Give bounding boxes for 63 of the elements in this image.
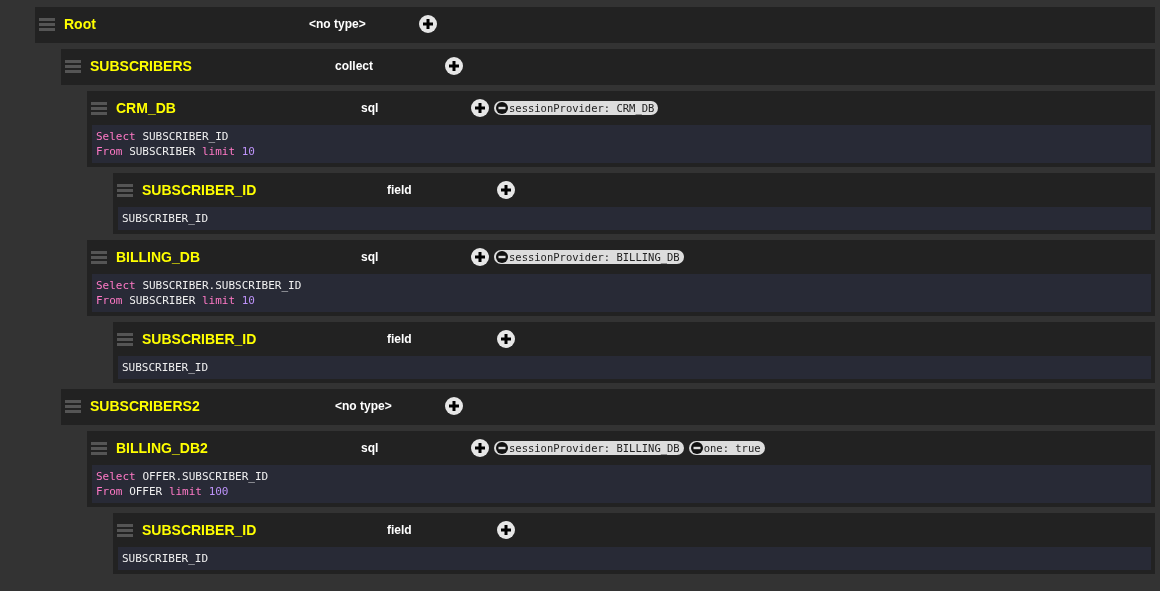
code-line: SUBSCRIBER_ID <box>122 551 210 566</box>
property-tag[interactable]: sessionProvider: BILLING_DB <box>494 441 684 455</box>
code-line: Select SUBSCRIBER_ID <box>96 129 230 144</box>
drag-handle-icon[interactable] <box>117 332 133 346</box>
property-text: sessionProvider: BILLING_DB <box>509 442 680 454</box>
drag-handle-icon[interactable] <box>117 183 133 197</box>
code-block[interactable]: Select SUBSCRIBER_ID From SUBSCRIBER limit 10 <box>92 125 1151 163</box>
remove-icon[interactable] <box>690 442 703 454</box>
property-tag[interactable]: one: true <box>688 441 765 455</box>
node-name: SUBSCRIBERS <box>90 58 193 74</box>
node-type: field <box>387 332 413 346</box>
add-icon[interactable] <box>471 99 489 117</box>
add-icon[interactable] <box>445 397 463 415</box>
code-line: Select OFFER.SUBSCRIBER_ID <box>96 469 270 484</box>
node-type: sql <box>361 441 380 455</box>
drag-handle-icon[interactable] <box>39 17 55 31</box>
node-type: sql <box>361 101 380 115</box>
drag-handle-icon[interactable] <box>65 399 81 413</box>
add-icon[interactable] <box>471 248 489 266</box>
property-text: one: true <box>703 442 761 454</box>
remove-icon[interactable] <box>496 442 508 454</box>
drag-handle-icon[interactable] <box>91 101 107 115</box>
code-block[interactable]: Select OFFER.SUBSCRIBER_ID From OFFER limit 100 <box>92 465 1151 503</box>
node-type: <no type> <box>335 399 393 413</box>
node-type: field <box>387 183 413 197</box>
node-name: SUBSCRIBER_ID <box>142 522 258 538</box>
property-text: sessionProvider: CRM_DB <box>509 102 655 114</box>
remove-icon[interactable] <box>496 251 508 263</box>
add-icon[interactable] <box>471 439 489 457</box>
code-line: SUBSCRIBER_ID <box>122 211 210 226</box>
node-type: <no type> <box>309 17 367 31</box>
code-line: From SUBSCRIBER limit 10 <box>96 293 256 308</box>
node-type: field <box>387 523 413 537</box>
node-name: CRM_DB <box>116 100 177 116</box>
drag-handle-icon[interactable] <box>65 59 81 73</box>
code-block[interactable]: SUBSCRIBER_ID <box>118 356 1151 379</box>
node-name: BILLING_DB <box>116 249 201 265</box>
node-name: BILLING_DB2 <box>116 440 209 456</box>
code-block[interactable]: Select SUBSCRIBER.SUBSCRIBER_ID From SUBSCRIBER limit 10 <box>92 274 1151 312</box>
node-name: SUBSCRIBERS2 <box>90 398 201 414</box>
remove-icon[interactable] <box>496 102 508 114</box>
property-tag[interactable]: sessionProvider: BILLING_DB <box>494 250 684 264</box>
code-line: Select SUBSCRIBER.SUBSCRIBER_ID <box>96 278 303 293</box>
property-text: sessionProvider: BILLING_DB <box>509 251 680 263</box>
add-icon[interactable] <box>497 181 515 199</box>
code-line: From OFFER limit 100 <box>96 484 230 499</box>
code-line: From SUBSCRIBER limit 10 <box>96 144 256 159</box>
property-tag[interactable]: sessionProvider: CRM_DB <box>494 101 659 115</box>
node-name: Root <box>64 16 97 32</box>
node-type: collect <box>335 59 374 73</box>
add-icon[interactable] <box>419 15 437 33</box>
add-icon[interactable] <box>497 521 515 539</box>
code-block[interactable]: SUBSCRIBER_ID <box>118 207 1151 230</box>
add-icon[interactable] <box>497 330 515 348</box>
node-name: SUBSCRIBER_ID <box>142 182 258 198</box>
drag-handle-icon[interactable] <box>91 441 107 455</box>
code-block[interactable]: SUBSCRIBER_ID <box>118 547 1151 570</box>
node-type: sql <box>361 250 380 264</box>
add-icon[interactable] <box>445 57 463 75</box>
drag-handle-icon[interactable] <box>91 250 107 264</box>
drag-handle-icon[interactable] <box>117 523 133 537</box>
code-line: SUBSCRIBER_ID <box>122 360 210 375</box>
node-name: SUBSCRIBER_ID <box>142 331 258 347</box>
